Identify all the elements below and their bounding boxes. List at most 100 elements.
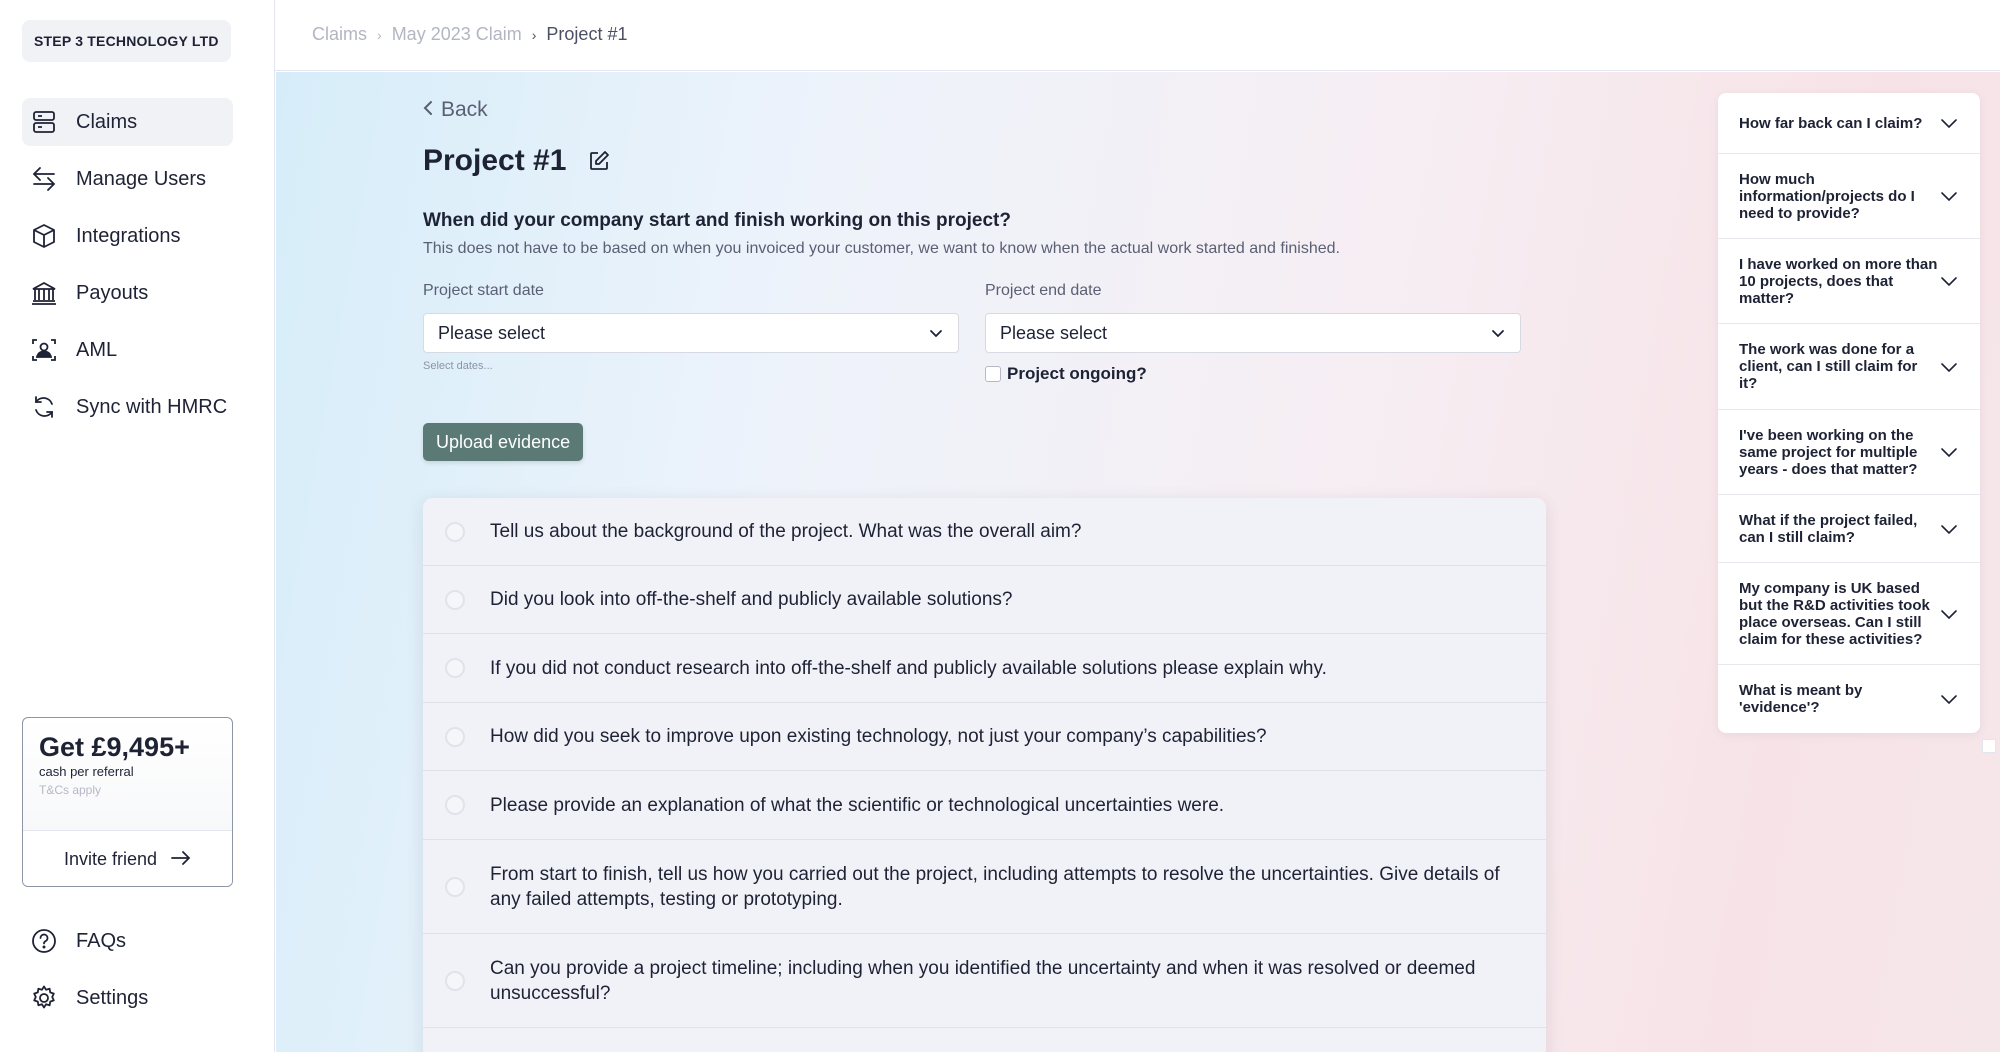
faq-item[interactable]: I have worked on more than 10 projects, … bbox=[1718, 239, 1980, 324]
invite-label: Invite friend bbox=[63, 848, 158, 869]
question-item[interactable]: Did you look into off-the-shelf and publ… bbox=[423, 566, 1546, 634]
status-radio bbox=[445, 876, 465, 897]
chevron-down-icon bbox=[1940, 520, 1958, 538]
sidebar-item-label: FAQs bbox=[76, 929, 127, 952]
faq-question: What if the project failed, can I still … bbox=[1739, 511, 1918, 546]
faq-item[interactable]: My company is UK based but the R&D activ… bbox=[1718, 563, 1980, 665]
status-radio bbox=[445, 521, 465, 542]
question-text: How did you seek to improve upon existin… bbox=[490, 726, 1267, 747]
scrollbar-handle[interactable] bbox=[1982, 739, 1996, 753]
gear-icon bbox=[30, 984, 58, 1012]
status-radio bbox=[445, 970, 465, 991]
question-text: Tell us about the background of the proj… bbox=[490, 521, 1082, 542]
title-row: Project #1 bbox=[423, 144, 612, 178]
chevron-down-icon bbox=[1940, 272, 1958, 290]
date-hint: Select dates... bbox=[423, 360, 493, 372]
faq-question: What is meant by 'evidence'? bbox=[1739, 682, 1863, 716]
chevron-right-icon: › bbox=[531, 26, 537, 43]
breadcrumb: Claims › May 2023 Claim › Project #1 bbox=[312, 24, 627, 45]
faq-item[interactable]: I've been working on the same project fo… bbox=[1718, 410, 1980, 495]
sidebar-item-settings[interactable]: Settings bbox=[22, 974, 233, 1022]
cube-icon bbox=[30, 222, 58, 250]
question-item[interactable]: Please provide an explanation of what th… bbox=[423, 771, 1546, 840]
arrow-right-icon bbox=[171, 848, 191, 871]
sidebar-item-label: Claims bbox=[76, 110, 138, 133]
sidebar-item-label: Payouts bbox=[76, 281, 149, 304]
question-text: Did you look into off-the-shelf and publ… bbox=[490, 589, 1013, 610]
question-text: From start to finish, tell us how you ca… bbox=[490, 863, 1500, 910]
main-nav: Claims Manage Users Integrations Payouts… bbox=[22, 98, 233, 440]
question-item[interactable]: If you did not conduct research into off… bbox=[423, 634, 1546, 703]
start-date-value: Please select bbox=[438, 322, 546, 343]
company-name[interactable]: STEP 3 TECHNOLOGY LTD bbox=[22, 20, 231, 62]
chevron-down-icon bbox=[1490, 325, 1506, 341]
question-item[interactable]: Tell us about the background of the proj… bbox=[423, 498, 1546, 566]
breadcrumb-current: Project #1 bbox=[546, 24, 628, 44]
question-text: Can you provide a project timeline; incl… bbox=[490, 957, 1476, 1004]
project-ongoing[interactable]: Project ongoing? bbox=[985, 364, 1147, 384]
end-date-label: Project end date bbox=[985, 282, 1102, 299]
chevron-down-icon bbox=[1940, 187, 1958, 205]
faq-item[interactable]: How far back can I claim? bbox=[1718, 93, 1980, 154]
sidebar-item-label: Sync with HMRC bbox=[76, 395, 228, 418]
dates-description: This does not have to be based on when y… bbox=[423, 240, 1340, 257]
project-ongoing-checkbox[interactable] bbox=[985, 366, 1001, 382]
status-radio bbox=[445, 658, 465, 678]
chevron-down-icon bbox=[1940, 690, 1958, 708]
question-text: If you did not conduct research into off… bbox=[490, 657, 1327, 679]
question-item[interactable] bbox=[423, 1028, 1546, 1052]
back-link[interactable]: Back bbox=[423, 98, 488, 122]
referral-terms[interactable]: T&Cs apply bbox=[39, 783, 101, 797]
faq-item[interactable]: What is meant by 'evidence'? bbox=[1718, 665, 1980, 733]
sidebar-item-label: Manage Users bbox=[76, 167, 207, 190]
question-item[interactable]: Can you provide a project timeline; incl… bbox=[423, 934, 1546, 1028]
sidebar-item-faqs[interactable]: FAQs bbox=[22, 917, 233, 965]
questions-list: Tell us about the background of the proj… bbox=[423, 498, 1546, 1052]
faq-item[interactable]: What if the project failed, can I still … bbox=[1718, 495, 1980, 563]
referral-title: Get £9,495+ bbox=[39, 732, 190, 762]
sync-icon bbox=[30, 393, 58, 421]
breadcrumb-claim[interactable]: May 2023 Claim bbox=[392, 24, 522, 45]
sidebar-item-aml[interactable]: AML bbox=[22, 326, 233, 374]
sidebar-item-label: Settings bbox=[76, 986, 149, 1009]
start-date-label: Project start date bbox=[423, 282, 544, 299]
upload-evidence-button[interactable]: Upload evidence bbox=[423, 423, 584, 461]
chevron-down-icon bbox=[1940, 114, 1958, 132]
invite-friend-button[interactable]: Invite friend bbox=[23, 830, 232, 886]
start-date-select[interactable]: Please select bbox=[423, 313, 959, 353]
faq-item[interactable]: The work was done for a client, can I st… bbox=[1718, 324, 1980, 410]
page-title: Project #1 bbox=[423, 144, 567, 177]
dates-question: When did your company start and finish w… bbox=[423, 210, 1011, 231]
referral-subtitle: cash per referral bbox=[39, 764, 134, 779]
back-label: Back bbox=[441, 98, 488, 121]
sidebar-item-payouts[interactable]: Payouts bbox=[22, 269, 233, 317]
edit-icon[interactable] bbox=[586, 148, 612, 174]
question-item[interactable]: From start to finish, tell us how you ca… bbox=[423, 840, 1546, 934]
faq-question: My company is UK based but the R&D activ… bbox=[1739, 579, 1930, 648]
question-item[interactable]: How did you seek to improve upon existin… bbox=[423, 703, 1546, 771]
sidebar-item-manage-users[interactable]: Manage Users bbox=[22, 155, 233, 203]
faq-question: How far back can I claim? bbox=[1739, 114, 1923, 132]
bank-icon bbox=[30, 279, 58, 307]
status-radio bbox=[445, 795, 465, 815]
faq-question: I have worked on more than 10 projects, … bbox=[1739, 255, 1938, 307]
project-ongoing-label: Project ongoing? bbox=[1007, 364, 1147, 383]
main-content: Back Project #1 When did your company st… bbox=[276, 72, 2000, 1052]
faq-panel: How far back can I claim? How much infor… bbox=[1718, 93, 1980, 733]
sidebar-item-sync-hmrc[interactable]: Sync with HMRC bbox=[22, 383, 233, 431]
faq-item[interactable]: How much information/projects do I need … bbox=[1718, 154, 1980, 239]
sidebar: STEP 3 TECHNOLOGY LTD Claims Manage User… bbox=[0, 0, 275, 1052]
end-date-select[interactable]: Please select bbox=[985, 313, 1521, 353]
bottom-nav: FAQs Settings bbox=[22, 917, 233, 1031]
claims-icon bbox=[30, 108, 58, 136]
faq-question: The work was done for a client, can I st… bbox=[1739, 341, 1918, 392]
chevron-down-icon bbox=[1940, 358, 1958, 376]
sidebar-item-claims[interactable]: Claims bbox=[22, 98, 233, 146]
sidebar-item-integrations[interactable]: Integrations bbox=[22, 212, 233, 260]
breadcrumb-claims[interactable]: Claims bbox=[312, 24, 367, 45]
chevron-left-icon bbox=[423, 99, 433, 122]
sidebar-item-label: AML bbox=[76, 338, 118, 361]
status-radio bbox=[445, 589, 465, 610]
status-radio bbox=[445, 726, 465, 747]
help-circle-icon bbox=[30, 927, 58, 955]
